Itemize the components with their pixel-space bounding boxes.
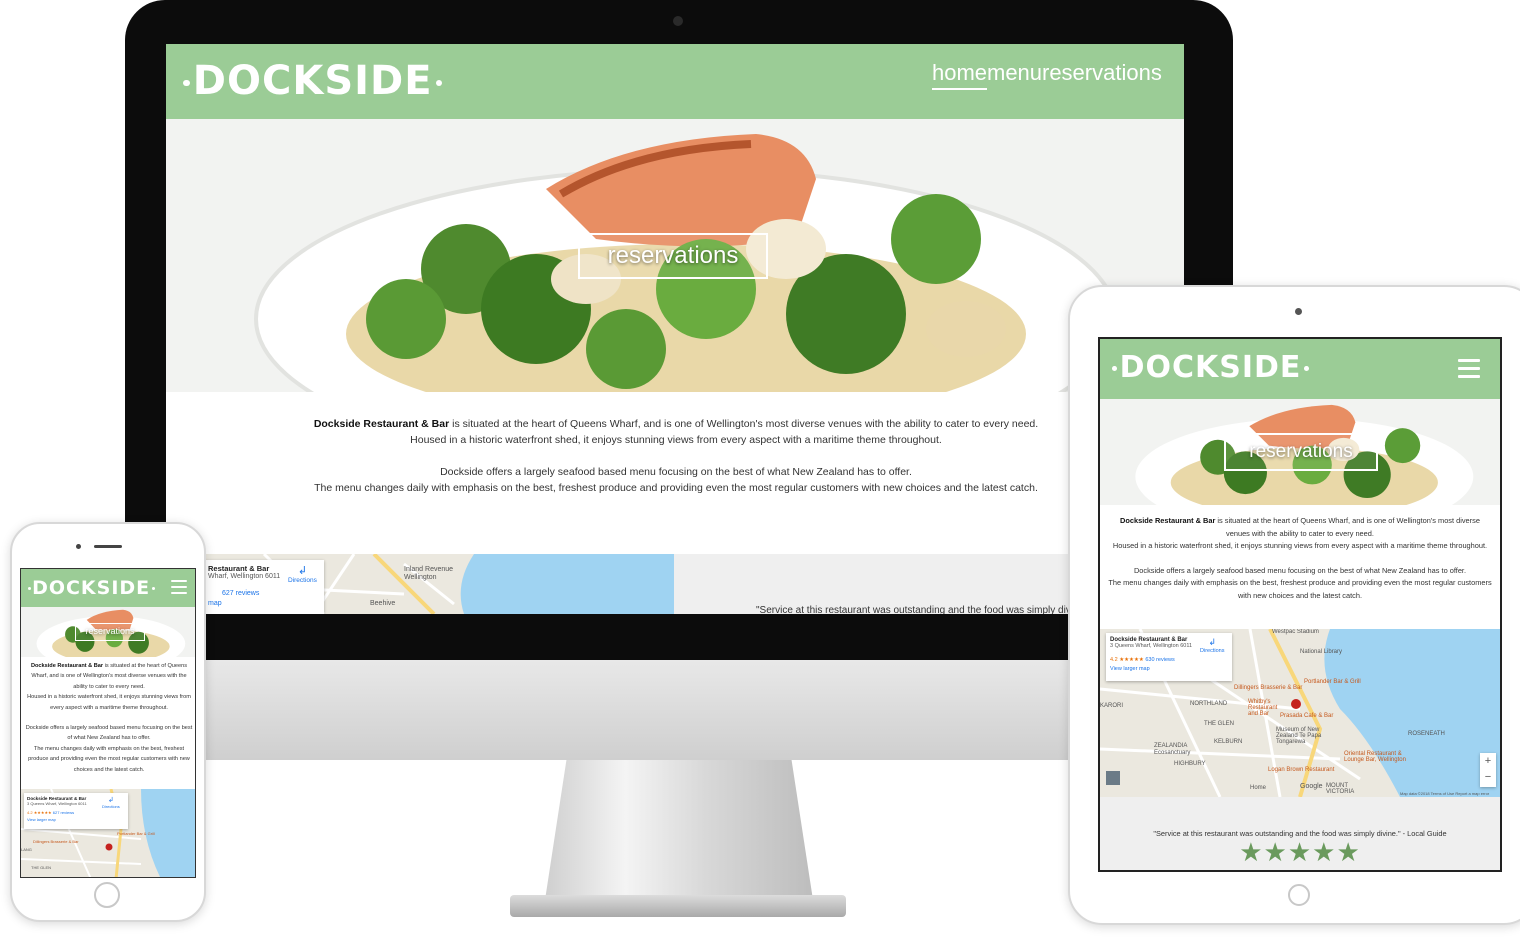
phone-camera [76,544,81,549]
phone-about-text: Dockside Restaurant & Bar is situated at… [25,661,193,775]
map-label-mount-victoria: MOUNT VICTORIA [1326,783,1355,795]
phone-hero-reservations-button[interactable]: reservations [75,623,145,641]
map-zoom-controls[interactable]: + − [1480,753,1496,787]
map-larger-link[interactable]: map [208,600,320,607]
map-label-kelburn: KELBURN [1214,739,1243,745]
about-name: Dockside Restaurant & Bar [313,418,450,430]
tablet-about-text: Dockside Restaurant & Bar is situated at… [1108,515,1492,603]
map-google-logo: Google [1300,783,1323,790]
map-directions-button[interactable]: ↲ Directions [1200,637,1224,654]
about-line4: The menu changes daily with emphasis on … [28,745,190,773]
phone-map-card: Dockside Restaurant & Bar 3 Queens Wharf… [24,793,128,829]
monitor-stand [545,760,813,900]
phone-speaker [94,545,122,548]
tablet-nav-bar: DOCKSIDE [1100,339,1500,399]
monitor-base [510,895,846,917]
map-directions-button[interactable]: ↲ Directions [102,796,120,809]
about-line2: Housed in a historic waterfront shed, it… [1112,541,1488,551]
map-label-dillingers: Dillingers Brasserie & Bar [33,839,79,844]
map-label-prasada: Prasada Cafe & Bar [1280,713,1334,719]
phone-screen: DOCKSIDE reservations Dockside Restauran… [20,568,196,878]
desktop-about-text: Dockside Restaurant & Bar is situated at… [296,416,1056,496]
map-label-beehive: Beehive [370,600,396,607]
map-label-westpac: Westpac Stadium [1272,629,1319,635]
map-label-oriental: Oriental Restaurant & Lounge Bar, Wellin… [1344,751,1406,763]
about-line3: Dockside offers a largely seafood based … [25,725,193,742]
map-label-roseneath: ROSENEATH [1408,731,1445,737]
directions-icon: ↲ [107,797,114,804]
phone-logo[interactable]: DOCKSIDE [26,577,156,599]
map-reviews-link[interactable]: 630 reviews [1145,657,1174,663]
phone-hero-image: reservations [21,607,195,657]
map-label-logan: Logan Brown Restaurant [1268,767,1335,773]
map-label-portlander: Portlander Bar & Grill [1304,679,1361,685]
map-label-northland: NORTHLAND [1190,701,1228,707]
map-reviews-link[interactable]: 627 reviews [53,810,74,815]
tablet-hero-image: reservations [1100,399,1500,505]
map-label-portlander: Portlander Bar & Grill [117,831,155,836]
map-label-national-library: National Library [1300,649,1343,655]
tablet-screen: DOCKSIDE reservations Dockside Restauran… [1098,337,1502,872]
tablet-hamburger-icon[interactable] [1458,359,1480,378]
map-directions-button[interactable]: ↲ Directions [288,564,317,584]
tablet-map-card: Dockside Restaurant & Bar 3 Queens Wharf… [1106,633,1232,681]
tablet-home-button[interactable] [1288,884,1310,906]
nav-link-menu[interactable]: menu [987,60,1042,86]
about-line1: is situated at the heart of Queens Wharf… [1217,516,1480,538]
about-line2: Housed in a historic waterfront shed, it… [27,694,191,711]
about-name: Dockside Restaurant & Bar [1120,516,1216,525]
map-label-the-glen: THE GLEN [1204,721,1235,727]
phone-home-button[interactable] [94,882,120,908]
tablet-review-stars: ★★★★★ [1239,837,1361,867]
about-line4: The menu changes daily with emphasis on … [314,482,1038,494]
map-rating: 4.2 [27,810,33,815]
phone-nav-bar: DOCKSIDE [21,569,195,607]
about-line3: Dockside offers a largely seafood based … [440,466,912,478]
map-label-highbury: HIGHBURY [1174,761,1206,767]
monitor-camera [673,16,683,26]
map-larger-link[interactable]: View larger map [27,817,125,822]
tablet-camera [1295,308,1302,315]
map-label-home: Home [1250,785,1267,791]
map-attribution: Map data ©2018 Terms of Use Report a map… [1400,791,1490,796]
map-rating: 4.2 [1110,657,1118,663]
desktop-map-card: Restaurant & Bar Wharf, Wellington 6011 … [204,560,324,614]
phone-hamburger-icon[interactable] [171,580,187,594]
map-reviews-link[interactable]: 627 reviews [208,590,320,597]
about-line4: The menu changes daily with emphasis on … [1108,578,1492,600]
desktop-hero-image: reservations [166,119,1184,392]
map-label-lang: LANG [21,847,32,852]
zoom-in-button[interactable]: + [1480,753,1496,769]
directions-icon: ↲ [1208,637,1216,647]
map-label-dillingers: Dillingers Brasserie & Bar [1234,685,1303,691]
zoom-out-button[interactable]: − [1480,769,1496,785]
map-larger-link[interactable]: View larger map [1110,666,1228,672]
desktop-screen: DOCKSIDE home menu reservations reservat… [166,44,1184,614]
desktop-nav-bar: DOCKSIDE home menu reservations [166,44,1184,119]
map-label-glen: THE GLEN [31,865,52,870]
nav-link-home[interactable]: home [932,60,988,90]
about-line1: is situated at the heart of Queens Wharf… [452,418,1039,430]
tablet-logo[interactable]: DOCKSIDE [1110,351,1311,385]
directions-icon: ↲ [297,565,308,577]
nav-link-reservations[interactable]: reservations [1042,60,1162,86]
streetview-thumbnail[interactable] [1106,771,1120,785]
about-line2: Housed in a historic waterfront shed, it… [410,434,942,446]
tablet-hero-reservations-button[interactable]: reservations [1224,433,1378,471]
map-rating-stars: ★★★★★ [33,810,52,815]
monitor-chin [125,660,1233,760]
map-rating-stars: ★★★★★ [1119,657,1144,663]
about-line3: Dockside offers a largely seafood based … [1133,565,1467,575]
desktop-hero-reservations-button[interactable]: reservations [578,233,768,279]
about-name: Dockside Restaurant & Bar [30,663,104,669]
desktop-logo[interactable]: DOCKSIDE [180,58,445,104]
map-label-zealandia: ZEALANDIA Ecosanctuary [1154,743,1191,756]
map-label-karori: KARORI [1100,703,1124,709]
map-label-inland-revenue: Inland Revenue Wellington [404,566,454,581]
map-label-museum: Museum of New Zealand Te Papa Tongarewa [1276,727,1322,745]
